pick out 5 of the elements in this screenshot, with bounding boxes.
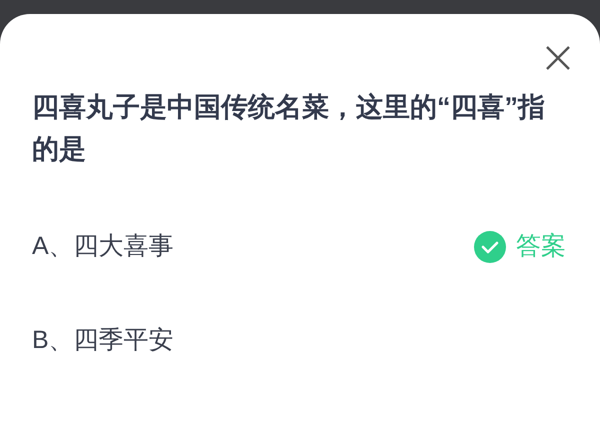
answer-label: 答案	[516, 231, 566, 262]
option-text[interactable]: B、四季平安	[32, 322, 568, 360]
close-icon[interactable]	[544, 44, 572, 72]
question-text: 四喜丸子是中国传统名菜，这里的“四喜”指的是	[32, 91, 546, 166]
option-text[interactable]: A、四大喜事	[32, 228, 474, 266]
